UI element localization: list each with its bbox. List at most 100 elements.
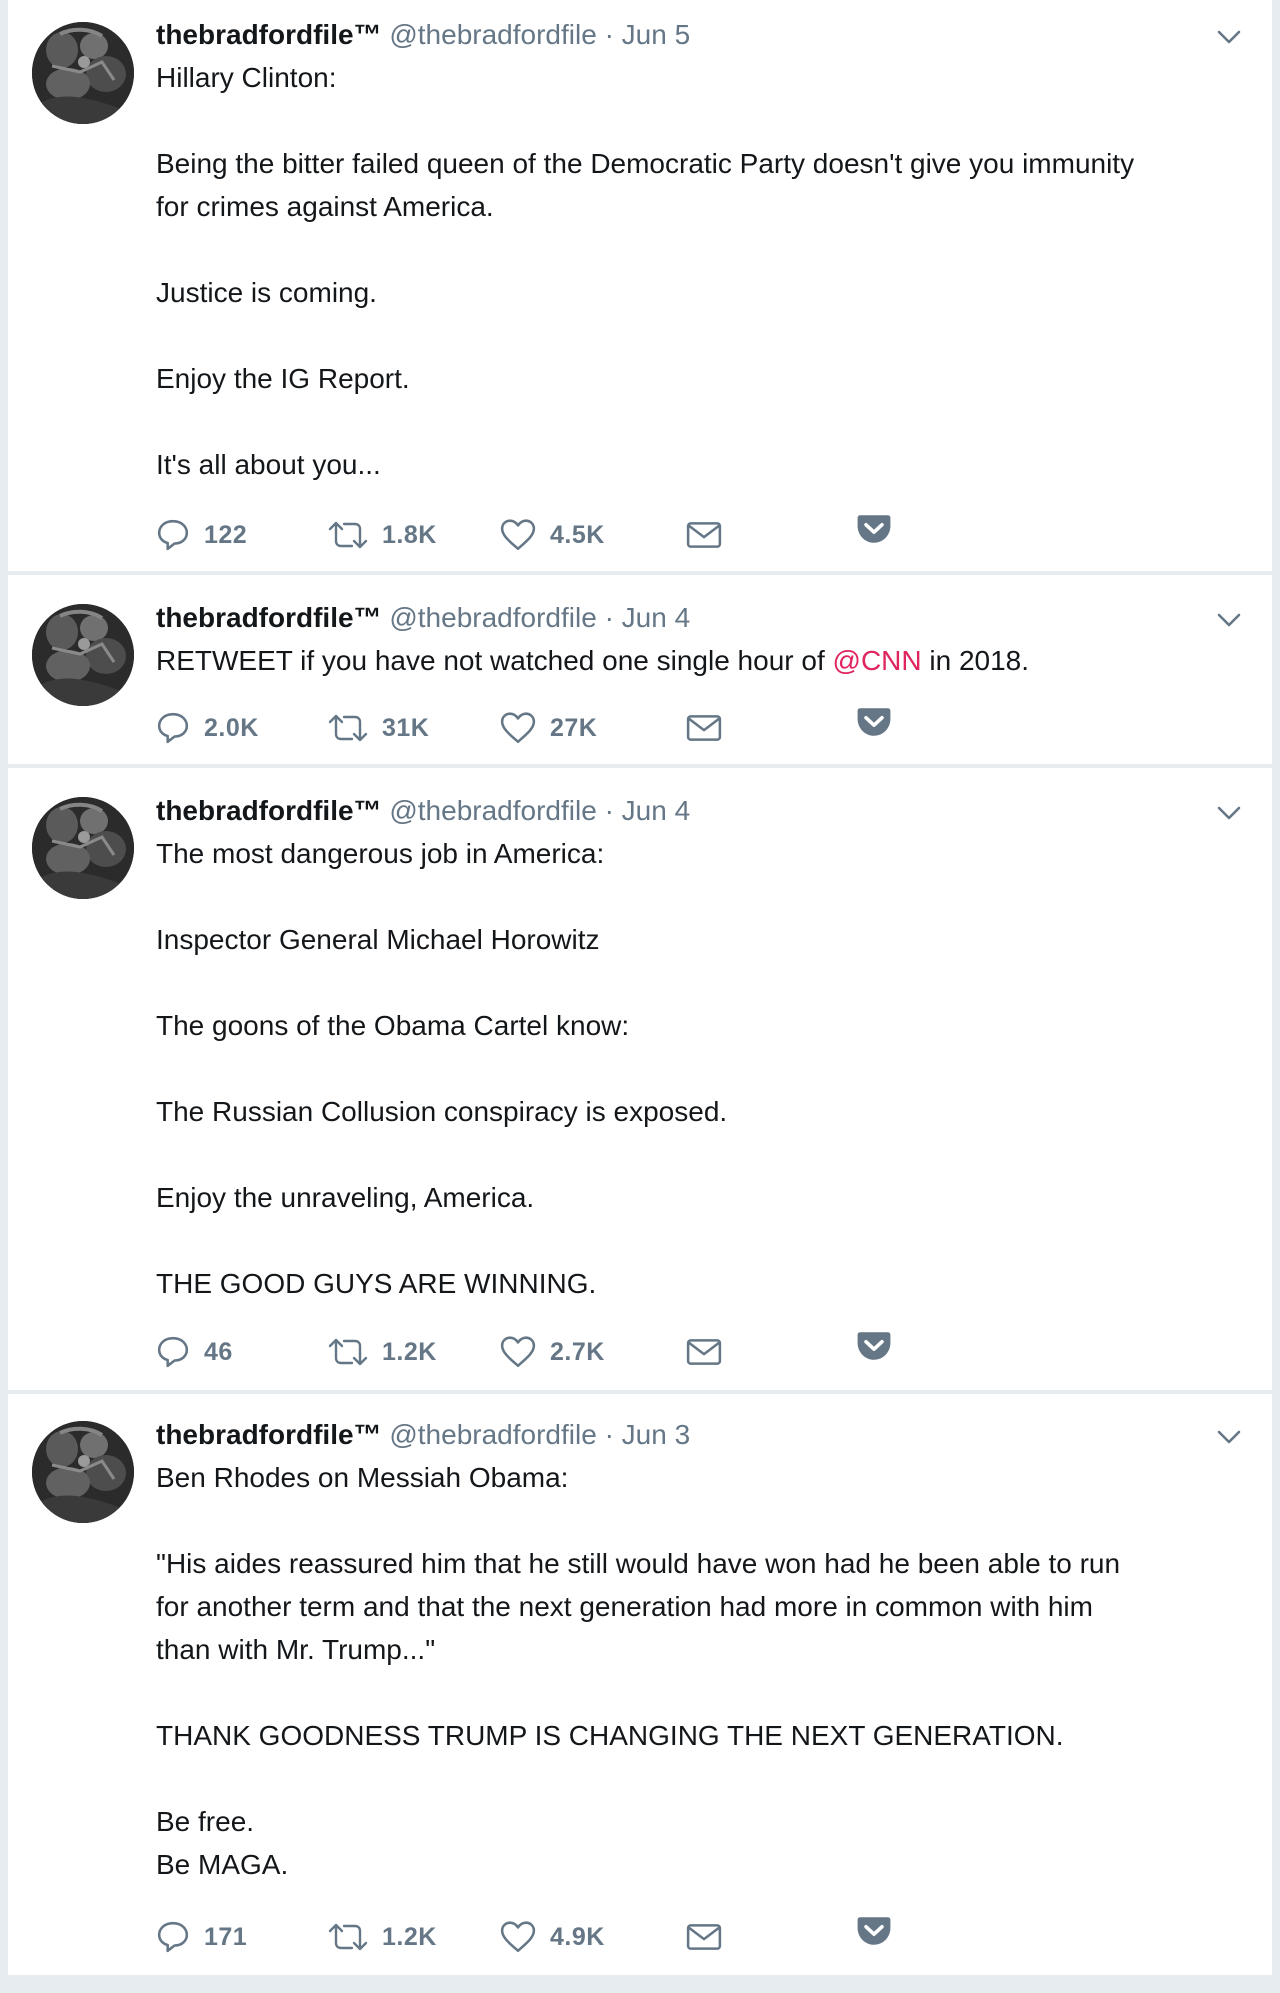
- author-handle[interactable]: @thebradfordfile: [389, 19, 596, 50]
- direct-message-button[interactable]: [686, 515, 736, 555]
- tweet-line: The goons of the Obama Cartel know:: [156, 1010, 630, 1041]
- tweet-line: for crimes against America.: [156, 191, 494, 222]
- pocket-save-icon: [856, 1330, 892, 1362]
- heart-outline-icon: [500, 518, 536, 552]
- retweet-count: 31K: [382, 713, 430, 742]
- author-name[interactable]: thebradfordfile™: [156, 602, 382, 633]
- tweet-card[interactable]: thebradfordfile™ @thebradfordfile · Jun …: [8, 0, 1272, 571]
- tweet-line: Enjoy the IG Report.: [156, 363, 410, 394]
- tweet-text-before: RETWEET if you have not watched one sing…: [156, 645, 833, 676]
- tweet-text: Ben Rhodes on Messiah Obama: "His aides …: [156, 1456, 1232, 1886]
- pocket-save-button[interactable]: [856, 1911, 906, 1951]
- reply-button[interactable]: 2.0K: [156, 708, 259, 748]
- like-button[interactable]: 27K: [500, 708, 597, 748]
- chevron-down-icon[interactable]: [1214, 1422, 1244, 1452]
- tweet-actions: 171 1.2K 4.9K: [156, 1917, 1056, 1957]
- reply-count: 171: [204, 1922, 248, 1951]
- retweet-count: 1.2K: [382, 1922, 437, 1951]
- tweet-date[interactable]: Jun 4: [622, 795, 691, 826]
- tweet-line: The most dangerous job in America:: [156, 838, 605, 869]
- speech-bubble-icon: [156, 711, 190, 745]
- retweet-button[interactable]: 1.8K: [328, 515, 437, 555]
- direct-message-button[interactable]: [686, 708, 736, 748]
- like-count: 4.9K: [550, 1922, 605, 1951]
- tweet-line: for another term and that the next gener…: [156, 1591, 1093, 1622]
- pocket-save-button[interactable]: [856, 1326, 906, 1366]
- tweet-card[interactable]: thebradfordfile™ @thebradfordfile · Jun …: [8, 768, 1272, 1390]
- retweet-button[interactable]: 31K: [328, 708, 429, 748]
- tweet-header: thebradfordfile™ @thebradfordfile · Jun …: [156, 1418, 1212, 1452]
- author-handle[interactable]: @thebradfordfile: [389, 795, 596, 826]
- direct-message-button[interactable]: [686, 1332, 736, 1372]
- pocket-save-button[interactable]: [856, 702, 906, 742]
- like-button[interactable]: 4.9K: [500, 1917, 605, 1957]
- like-count: 27K: [550, 713, 598, 742]
- tweet-line: Ben Rhodes on Messiah Obama:: [156, 1462, 569, 1493]
- envelope-icon: [686, 1337, 722, 1367]
- tweet-card[interactable]: thebradfordfile™ @thebradfordfile · Jun …: [8, 575, 1272, 764]
- author-name[interactable]: thebradfordfile™: [156, 1419, 382, 1450]
- tweet-actions: 46 1.2K 2.7K: [156, 1332, 1056, 1372]
- reply-button[interactable]: 171: [156, 1917, 247, 1957]
- tweet-header: thebradfordfile™ @thebradfordfile · Jun …: [156, 794, 1212, 828]
- pocket-save-icon: [856, 1915, 892, 1947]
- heart-outline-icon: [500, 711, 536, 745]
- tweet-line: Hillary Clinton:: [156, 62, 337, 93]
- reply-count: 122: [204, 520, 248, 549]
- retweet-count: 1.8K: [382, 520, 437, 549]
- speech-bubble-icon: [156, 1335, 190, 1369]
- chevron-down-icon[interactable]: [1214, 22, 1244, 52]
- tweet-text: RETWEET if you have not watched one sing…: [156, 639, 1232, 682]
- like-count: 2.7K: [550, 1337, 605, 1366]
- direct-message-button[interactable]: [686, 1917, 736, 1957]
- tweet-actions: 2.0K 31K 27K: [156, 708, 1056, 748]
- retweet-button[interactable]: 1.2K: [328, 1332, 437, 1372]
- retweet-arrows-icon: [328, 712, 368, 744]
- reply-button[interactable]: 46: [156, 1332, 233, 1372]
- chevron-down-icon[interactable]: [1214, 605, 1244, 635]
- separator-dot: ·: [604, 1419, 614, 1450]
- author-name[interactable]: thebradfordfile™: [156, 19, 382, 50]
- tweet-date[interactable]: Jun 4: [622, 602, 691, 633]
- tweet-line: Be MAGA.: [156, 1849, 289, 1880]
- pocket-save-icon: [856, 706, 892, 738]
- tweet-text: The most dangerous job in America: Inspe…: [156, 832, 1232, 1305]
- tweet-text-after: in 2018.: [921, 645, 1030, 676]
- tweet-card[interactable]: thebradfordfile™ @thebradfordfile · Jun …: [8, 1394, 1272, 1975]
- like-button[interactable]: 2.7K: [500, 1332, 605, 1372]
- mention-link[interactable]: @CNN: [833, 645, 922, 676]
- chevron-down-icon[interactable]: [1214, 798, 1244, 828]
- tweet-line: Justice is coming.: [156, 277, 377, 308]
- avatar[interactable]: [32, 22, 134, 124]
- separator-dot: ·: [604, 602, 614, 633]
- retweet-button[interactable]: 1.2K: [328, 1917, 437, 1957]
- avatar[interactable]: [32, 1421, 134, 1523]
- envelope-icon: [686, 1922, 722, 1952]
- retweet-arrows-icon: [328, 1336, 368, 1368]
- pocket-save-icon: [856, 513, 892, 545]
- reply-button[interactable]: 122: [156, 515, 247, 555]
- tweet-line: It's all about you...: [156, 449, 381, 480]
- avatar[interactable]: [32, 604, 134, 706]
- tweet-line: "His aides reassured him that he still w…: [156, 1548, 1121, 1579]
- author-handle[interactable]: @thebradfordfile: [389, 602, 596, 633]
- heart-outline-icon: [500, 1920, 536, 1954]
- separator-dot: ·: [604, 19, 614, 50]
- like-button[interactable]: 4.5K: [500, 515, 605, 555]
- tweet-line: RETWEET if you have not watched one sing…: [156, 639, 1232, 682]
- author-handle[interactable]: @thebradfordfile: [389, 1419, 596, 1450]
- speech-bubble-icon: [156, 518, 190, 552]
- avatar[interactable]: [32, 797, 134, 899]
- author-name[interactable]: thebradfordfile™: [156, 795, 382, 826]
- pocket-save-button[interactable]: [856, 509, 906, 549]
- retweet-arrows-icon: [328, 519, 368, 551]
- tweet-date[interactable]: Jun 3: [622, 1419, 691, 1450]
- tweet-date[interactable]: Jun 5: [622, 19, 691, 50]
- tweet-text: Hillary Clinton: Being the bitter failed…: [156, 56, 1232, 486]
- tweet-line: Inspector General Michael Horowitz: [156, 924, 600, 955]
- tweet-line: than with Mr. Trump...": [156, 1634, 436, 1665]
- heart-outline-icon: [500, 1335, 536, 1369]
- tweet-line: The Russian Collusion conspiracy is expo…: [156, 1096, 728, 1127]
- tweet-line: Being the bitter failed queen of the Dem…: [156, 148, 1135, 179]
- tweet-line: THANK GOODNESS TRUMP IS CHANGING THE NEX…: [156, 1720, 1064, 1751]
